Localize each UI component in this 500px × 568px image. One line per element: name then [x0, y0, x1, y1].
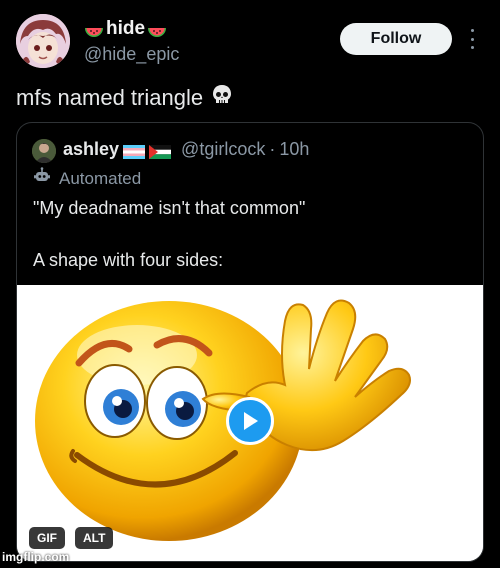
quoted-time[interactable]: 10h [279, 139, 309, 160]
gif-media[interactable]: GIF ALT [17, 285, 483, 561]
quoted-author-row[interactable]: ashley @tgirlcock · 10h [63, 139, 309, 160]
automated-badge: Automated [33, 167, 141, 190]
quoted-display-name[interactable]: ashley [63, 139, 119, 160]
author-avatar[interactable] [16, 14, 70, 68]
automated-label: Automated [59, 168, 142, 188]
bot-icon [33, 167, 51, 190]
gif-badge: GIF [29, 527, 65, 549]
author-handle[interactable]: @hide_epic [84, 44, 179, 65]
skull-icon [211, 84, 233, 112]
post-text-row: mfs named triangle [16, 84, 233, 112]
quoted-text-line-1: "My deadname isn't that common" [33, 198, 306, 218]
post-text: mfs named triangle [16, 85, 204, 110]
watermelon-icon [84, 23, 104, 37]
post-card: hide @hide_epic Follow mfs named triangl… [0, 0, 500, 568]
palestine-flag-icon [149, 143, 172, 159]
author-name-row[interactable]: hide [84, 18, 167, 40]
meta-separator: · [269, 139, 276, 159]
quoted-handle[interactable]: @tgirlcock [181, 139, 265, 160]
quoted-author-avatar[interactable] [32, 139, 56, 163]
watermelon-icon [147, 23, 167, 37]
play-icon[interactable] [226, 397, 274, 445]
more-vertical-icon[interactable] [466, 27, 478, 51]
watermark: imgflip.com [2, 550, 70, 564]
quoted-post[interactable]: ashley @tgirlcock · 10h Automated "My de… [16, 122, 484, 562]
trans-flag-icon [123, 143, 146, 159]
alt-text-button[interactable]: ALT [75, 527, 114, 549]
quoted-text-line-2: A shape with four sides: [33, 250, 224, 270]
follow-button[interactable]: Follow [340, 23, 452, 55]
author-display-name[interactable]: hide [106, 18, 145, 40]
